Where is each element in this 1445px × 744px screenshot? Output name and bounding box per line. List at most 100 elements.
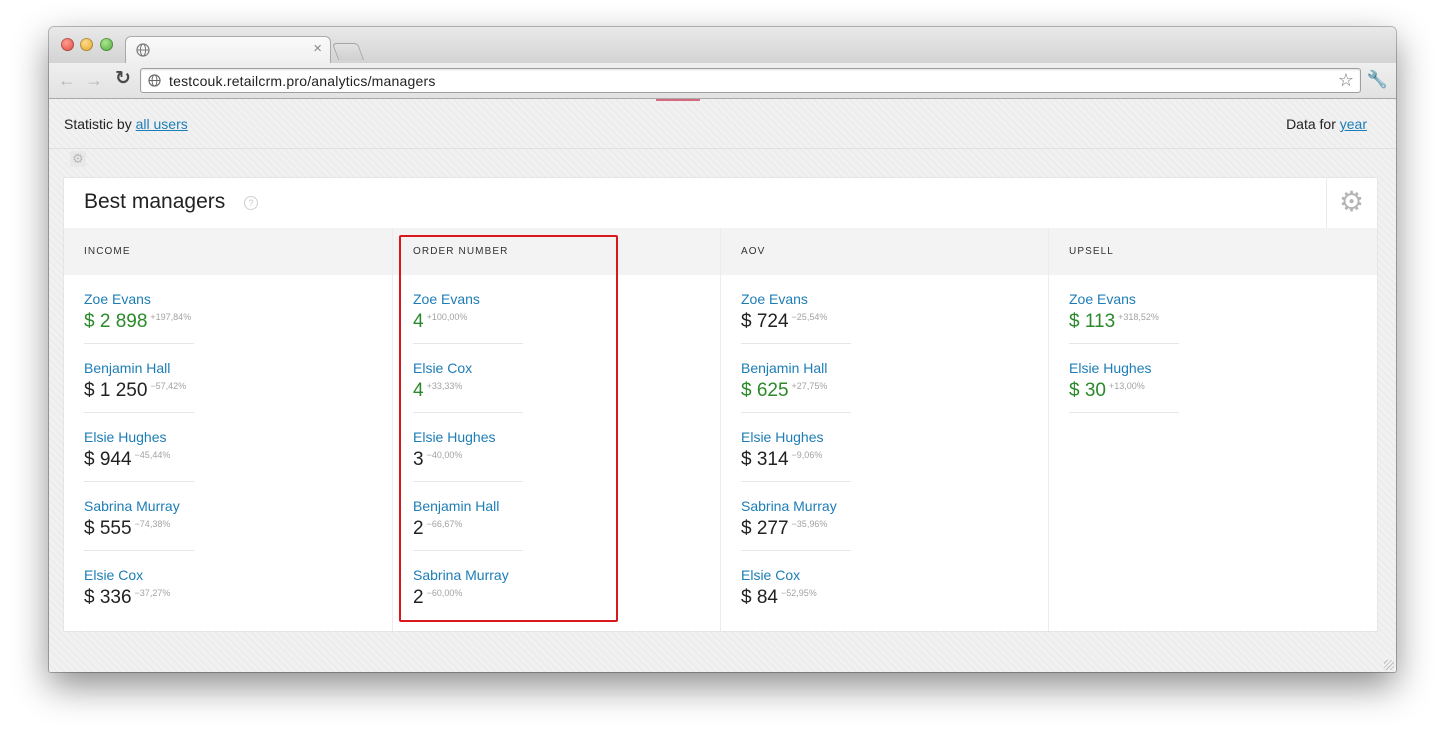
metric-value: $ 314 −9,06%	[741, 449, 822, 471]
manager-name-link[interactable]: Zoe Evans	[84, 291, 151, 307]
highlight-box	[399, 235, 618, 622]
help-circle-icon[interactable]: ?	[244, 196, 258, 210]
card-title: Best managers	[84, 190, 226, 213]
metric-change: −9,06%	[791, 450, 823, 460]
metric-value-text: $ 625	[741, 380, 789, 401]
globe-icon	[136, 43, 150, 57]
metric-value: $ 2 898 +197,84%	[84, 311, 191, 333]
metric-value-text: $ 944	[84, 449, 132, 470]
metric-change: +27,75%	[791, 381, 828, 391]
manager-entry: Elsie Hughes $ 314 −9,06%	[741, 413, 851, 482]
manager-entry: Zoe Evans $ 2 898 +197,84%	[84, 275, 194, 344]
year-link[interactable]: year	[1340, 116, 1367, 132]
forward-arrow-icon[interactable]: →	[85, 70, 103, 90]
manager-entry: Sabrina Murray $ 555 −74,38%	[84, 482, 194, 551]
window-maximize-button[interactable]	[100, 38, 113, 51]
metric-value: $ 84 −52,95%	[741, 587, 817, 609]
metric-value-text: $ 30	[1069, 380, 1106, 401]
metric-change: −74,38%	[134, 519, 171, 529]
metric-value: $ 113 +318,52%	[1069, 311, 1159, 333]
loading-indicator	[656, 99, 700, 101]
manager-entry: Elsie Hughes $ 30 +13,00%	[1069, 344, 1179, 413]
metric-value-text: $ 336	[84, 587, 132, 608]
metric-change: −35,96%	[791, 519, 828, 529]
metric-value-text: $ 2 898	[84, 311, 148, 332]
metric-value-text: $ 277	[741, 518, 789, 539]
manager-name-link[interactable]: Benjamin Hall	[741, 360, 827, 376]
all-users-link[interactable]: all users	[136, 116, 188, 132]
manager-name-link[interactable]: Zoe Evans	[1069, 291, 1136, 307]
tab-close-icon[interactable]: ×	[313, 40, 322, 58]
metric-change: −45,44%	[134, 450, 171, 460]
globe-icon	[148, 74, 161, 87]
manager-entry: Benjamin Hall $ 625 +27,75%	[741, 344, 851, 413]
bookmark-star-icon[interactable]: ☆	[1338, 70, 1354, 91]
divider	[49, 148, 1396, 149]
metric-column: INCOME Zoe Evans $ 2 898 +197,84% Benjamin H…	[64, 228, 392, 631]
page-content: Statistic by all users Data for year ⚙ B…	[49, 99, 1396, 672]
new-tab-button[interactable]	[331, 43, 365, 60]
metric-value-text: $ 113	[1069, 311, 1116, 332]
manager-name-link[interactable]: Sabrina Murray	[741, 498, 837, 514]
metric-change: +318,52%	[1118, 312, 1159, 322]
statistic-filter: Statistic by all users	[64, 116, 188, 132]
entry-separator	[1069, 412, 1179, 413]
metric-value-text: $ 84	[741, 587, 778, 608]
address-bar[interactable]: testcouk.retailcrm.pro/analytics/manager…	[140, 68, 1361, 93]
manager-name-link[interactable]: Elsie Hughes	[1069, 360, 1152, 376]
metric-change: +197,84%	[150, 312, 192, 322]
manager-name-link[interactable]: Elsie Cox	[741, 567, 800, 583]
resize-grip-icon[interactable]	[1384, 660, 1394, 670]
best-managers-card: Best managers ? ⚙ INCOME Zoe Evans $ 2 898…	[64, 178, 1377, 631]
column-header: INCOME	[84, 246, 131, 257]
manager-entry: Zoe Evans $ 113 +318,52%	[1069, 275, 1179, 344]
manager-name-link[interactable]: Elsie Hughes	[84, 429, 167, 445]
column-header: AOV	[741, 246, 766, 257]
browser-window: × ← → ↻ testcouk.retailcrm.pro/analytics…	[49, 27, 1396, 672]
window-minimize-button[interactable]	[80, 38, 93, 51]
manager-name-link[interactable]: Sabrina Murray	[84, 498, 180, 514]
manager-name-link[interactable]: Elsie Cox	[84, 567, 143, 583]
metric-value: $ 724 −25,54%	[741, 311, 827, 333]
manager-entry: Elsie Hughes $ 944 −45,44%	[84, 413, 194, 482]
browser-toolbar: ← → ↻ testcouk.retailcrm.pro/analytics/m…	[49, 63, 1396, 99]
manager-entry: Elsie Cox $ 336 −37,27%	[84, 551, 194, 620]
metric-value: $ 277 −35,96%	[741, 518, 827, 540]
wrench-icon[interactable]: 🔧	[1367, 70, 1388, 90]
metric-column: AOV Zoe Evans $ 724 −25,54% Benjamin Hall $ 6…	[720, 228, 1049, 631]
metric-value-text: $ 555	[84, 518, 132, 539]
metric-value: $ 1 250 −57,42%	[84, 380, 186, 402]
metric-value: $ 555 −74,38%	[84, 518, 170, 540]
reload-icon[interactable]: ↻	[115, 69, 131, 89]
metric-change: −57,42%	[150, 381, 187, 391]
gear-icon[interactable]: ⚙	[70, 151, 86, 167]
manager-name-link[interactable]: Zoe Evans	[741, 291, 808, 307]
back-arrow-icon[interactable]: ←	[58, 70, 76, 90]
metric-change: −52,95%	[780, 588, 817, 598]
metric-value: $ 30 +13,00%	[1069, 380, 1145, 402]
browser-tab[interactable]: ×	[125, 36, 331, 64]
metric-change: +13,00%	[1108, 381, 1145, 391]
gear-icon[interactable]: ⚙	[1339, 186, 1364, 218]
period-filter: Data for year	[1286, 116, 1367, 132]
manager-entry: Elsie Cox $ 84 −52,95%	[741, 551, 851, 620]
manager-name-link[interactable]: Elsie Hughes	[741, 429, 824, 445]
card-settings-button[interactable]: ⚙	[1326, 178, 1377, 228]
manager-name-link[interactable]: Benjamin Hall	[84, 360, 170, 376]
metric-change: −37,27%	[134, 588, 171, 598]
window-close-button[interactable]	[61, 38, 74, 51]
title-bar: ×	[49, 27, 1396, 64]
statistic-prefix: Statistic by	[64, 116, 132, 132]
metric-value: $ 336 −37,27%	[84, 587, 170, 609]
metric-value-text: $ 314	[741, 449, 789, 470]
metric-value-text: $ 1 250	[84, 380, 148, 401]
metric-value: $ 944 −45,44%	[84, 449, 170, 471]
manager-entry: Zoe Evans $ 724 −25,54%	[741, 275, 851, 344]
metric-change: −25,54%	[791, 312, 828, 322]
column-header: UPSELL	[1069, 246, 1114, 257]
address-url[interactable]: testcouk.retailcrm.pro/analytics/manager…	[169, 73, 436, 89]
manager-entry: Sabrina Murray $ 277 −35,96%	[741, 482, 851, 551]
metric-value-text: $ 724	[741, 311, 789, 332]
metric-value: $ 625 +27,75%	[741, 380, 827, 402]
data-prefix: Data for	[1286, 116, 1336, 132]
